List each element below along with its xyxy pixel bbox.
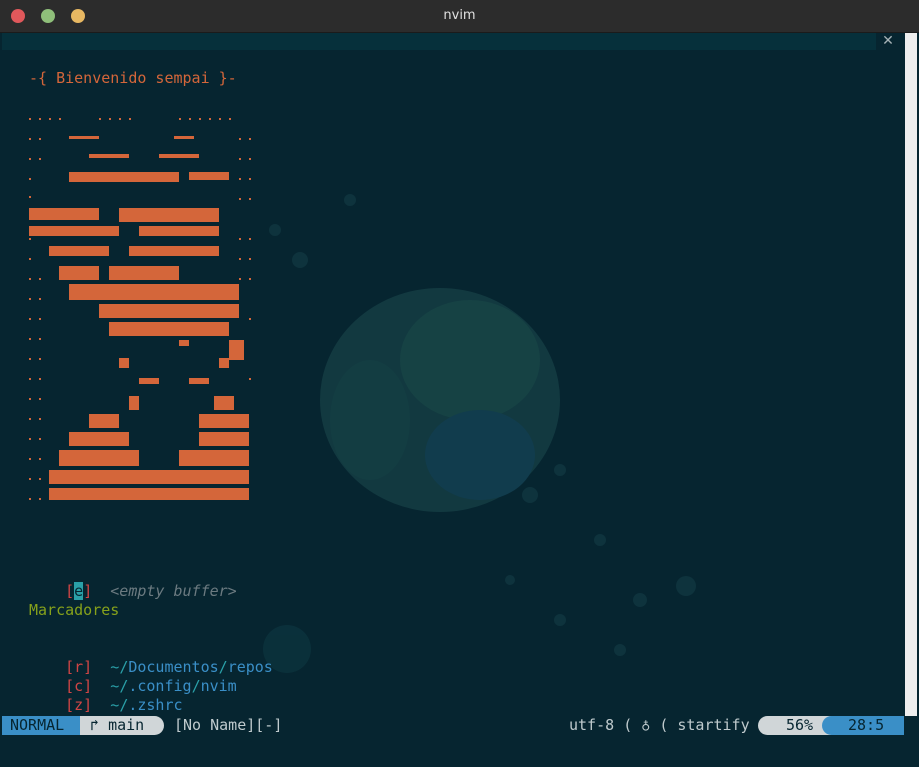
os-icon: ♁ <box>641 716 651 734</box>
anime-ascii-art <box>29 118 251 500</box>
encoding-segment: utf-8 ( ♁ ( startify <box>569 716 750 735</box>
empty-buffer-key-close: ] <box>83 582 93 600</box>
cursor-position: 28:5 <box>822 716 904 735</box>
file-name: [No Name][-] <box>174 716 283 734</box>
tabline <box>2 33 876 50</box>
text-cursor: e <box>74 582 84 600</box>
separator-icon: ( <box>623 716 633 734</box>
separator-icon: ( <box>659 716 669 734</box>
scrollbar[interactable] <box>905 33 917 716</box>
bookmark-path-part: nvim <box>200 677 237 695</box>
file-type: startify <box>677 716 750 734</box>
close-tab-icon[interactable]: ✕ <box>878 33 898 50</box>
bookmarks-heading: Marcadores <box>29 601 120 619</box>
nvim-window: nvim ✕ -{ Bienvenido sempai }- [e] <empt… <box>0 0 919 767</box>
greeting-header: -{ Bienvenido sempai }- <box>29 69 237 87</box>
mode-indicator: NORMAL <box>2 716 80 735</box>
bookmark-path-sep: / <box>191 677 201 695</box>
file-encoding: utf-8 <box>569 716 615 734</box>
statusline: NORMAL ↱ main [No Name][-] utf-8 ( ♁ ( s… <box>2 716 904 735</box>
git-branch-icon: ↱ <box>90 716 100 734</box>
empty-buffer-key-open: [ <box>65 582 75 600</box>
empty-buffer-label: <empty buffer> <box>110 582 237 600</box>
git-branch-name: main <box>108 716 145 734</box>
command-line[interactable] <box>0 735 919 767</box>
git-branch-segment: ↱ main <box>80 716 164 735</box>
